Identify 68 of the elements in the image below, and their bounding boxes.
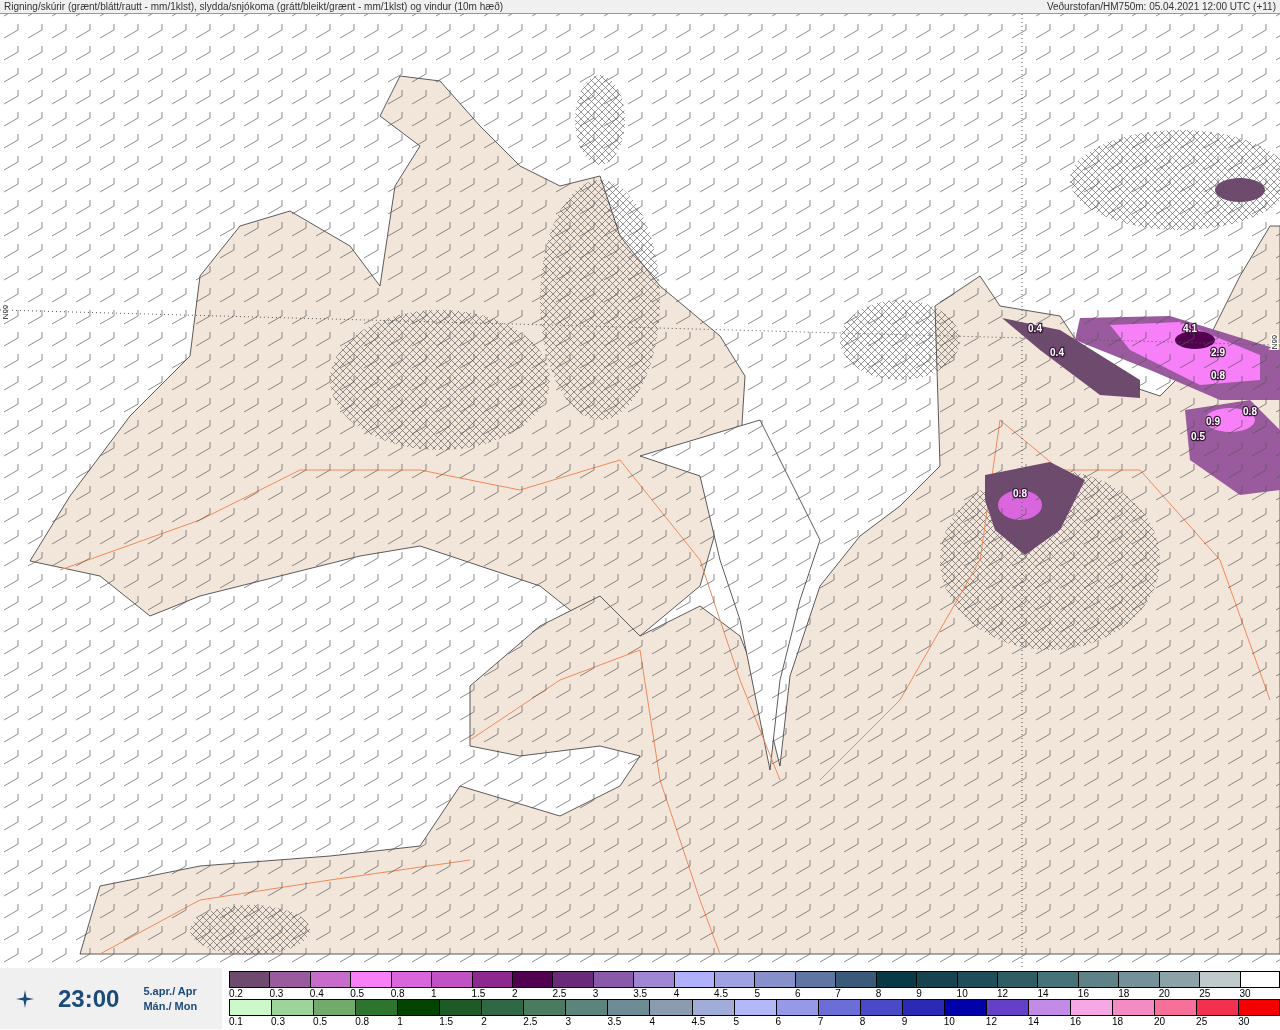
legend-label: 14 <box>1037 988 1049 999</box>
legend-label: 2 <box>511 988 518 999</box>
legend-label: 6 <box>775 1016 782 1027</box>
legend-label: 16 <box>1077 988 1089 999</box>
legend-label: 20 <box>1154 1016 1166 1027</box>
legend-label: 4.5 <box>714 988 728 999</box>
legend-label: 3 <box>592 988 599 999</box>
legend-label: 18 <box>1118 988 1130 999</box>
legend-label: 9 <box>916 988 922 999</box>
precipitation-value: 0.5 <box>1191 431 1205 442</box>
legend-label: 16 <box>1069 1016 1082 1027</box>
legend-label: 8 <box>859 1016 866 1027</box>
legend-label: 1.5 <box>471 988 486 999</box>
legend-label: 8 <box>875 988 882 999</box>
legend-label: 1 <box>431 988 437 999</box>
map-title: Rigning/skúrir (grænt/blátt/rautt - mm/1klst), slydda/snjókoma (grátt/bleikt/grænt - mm/1klst) og vindur (10m hæð) <box>4 0 504 13</box>
legend-label: 7 <box>835 988 841 999</box>
precipitation-value: 0.8 <box>1211 370 1225 381</box>
precipitation-value: 2.9 <box>1211 347 1225 358</box>
legend-label: 10 <box>956 988 968 999</box>
legend-label: 2.5 <box>523 1016 538 1027</box>
legend-label: 0.5 <box>350 988 365 999</box>
legend-label: 3.5 <box>607 1016 622 1027</box>
legend-label: 12 <box>985 1016 997 1027</box>
precipitation-value: 0.9 <box>1206 416 1220 427</box>
legend-label: 9 <box>901 1016 908 1027</box>
latitude-label: 66N <box>1270 334 1279 350</box>
forecast-weekday: Mán./ Mon <box>143 998 198 1014</box>
legend-label: 0.3 <box>269 988 284 999</box>
legend-label: 7 <box>817 1016 824 1027</box>
legend-label: 2.5 <box>552 988 567 999</box>
legend-label: 5 <box>754 988 761 999</box>
legend-label: 10 <box>943 1016 955 1027</box>
legend-label: 0.8 <box>355 1016 370 1027</box>
legend-label: 6 <box>794 988 801 999</box>
arrows-icon[interactable] <box>16 989 34 1008</box>
legend-label: 0.1 <box>229 1016 243 1027</box>
legend-label: 14 <box>1027 1016 1039 1027</box>
legend-label: 1.5 <box>439 1016 454 1027</box>
legend-label: 20 <box>1158 988 1170 999</box>
legend-label: 25 <box>1196 1016 1208 1027</box>
legend-label: 25 <box>1199 988 1211 999</box>
legend-label: 2 <box>481 1016 487 1027</box>
legend-label: 0.5 <box>313 1016 327 1027</box>
latitude-label: 66N <box>1 304 10 320</box>
source-timestamp: Veðurstofan/HM750m: 05.04.2021 12:00 UTC (+11) <box>1046 0 1276 13</box>
forecast-date: 5.apr./ Apr <box>143 983 198 999</box>
legend-label: 1 <box>397 1016 403 1027</box>
forecast-time: 23:00 <box>58 983 120 1014</box>
legend-label: 0.2 <box>229 988 243 999</box>
legend-label: 30 <box>1238 1016 1250 1027</box>
legend-label: 5 <box>733 1016 740 1027</box>
legend-label: 0.4 <box>309 988 324 999</box>
legend-label: 30 <box>1239 988 1251 999</box>
legend-label: 4.5 <box>691 1016 706 1027</box>
legend-label: 4 <box>673 988 680 999</box>
legend-label: 12 <box>997 988 1009 999</box>
legend-label: 0.8 <box>390 988 405 999</box>
precipitation-value: 0.8 <box>1243 406 1257 417</box>
legend-label: 18 <box>1112 1016 1124 1027</box>
legend-label: 3 <box>565 1016 571 1027</box>
precipitation-value: 0.8 <box>1013 488 1027 499</box>
legend-label: 0.3 <box>271 1016 285 1027</box>
precipitation-value: 4.1 <box>1183 323 1197 334</box>
legend-label: 3.5 <box>633 988 648 999</box>
precipitation-value: 0.4 <box>1028 323 1042 334</box>
precipitation-value: 0.4 <box>1050 347 1064 358</box>
legend-label: 4 <box>649 1016 656 1027</box>
